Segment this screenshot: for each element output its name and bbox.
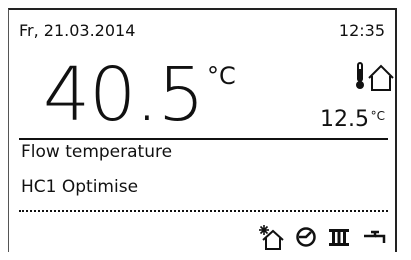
outdoor-temperature-value: 12.5 bbox=[320, 107, 369, 132]
flow-temperature-value: 40.5 bbox=[43, 52, 205, 138]
flow-temperature-unit: °C bbox=[207, 62, 236, 90]
status-bar bbox=[257, 223, 387, 251]
date-display: Fr, 21.03.2014 bbox=[19, 21, 136, 40]
outdoor-temperature-unit: °C bbox=[370, 109, 385, 123]
hot-water-icon bbox=[364, 230, 386, 243]
outdoor-temperature-icon bbox=[356, 62, 394, 91]
frost-protection-house-icon bbox=[259, 225, 284, 250]
heating-circuit-name: HC1 Optimise bbox=[21, 177, 139, 197]
time-display: 12:35 bbox=[338, 21, 385, 40]
dotted-divider bbox=[19, 210, 388, 212]
heating-icon bbox=[329, 229, 349, 246]
clock-icon bbox=[296, 227, 316, 247]
controller-display: Fr, 21.03.2014 12:35 40.5 °C 12.5 °C Flo… bbox=[8, 8, 397, 252]
temperature-label: Flow temperature bbox=[21, 142, 173, 162]
divider bbox=[19, 138, 388, 140]
